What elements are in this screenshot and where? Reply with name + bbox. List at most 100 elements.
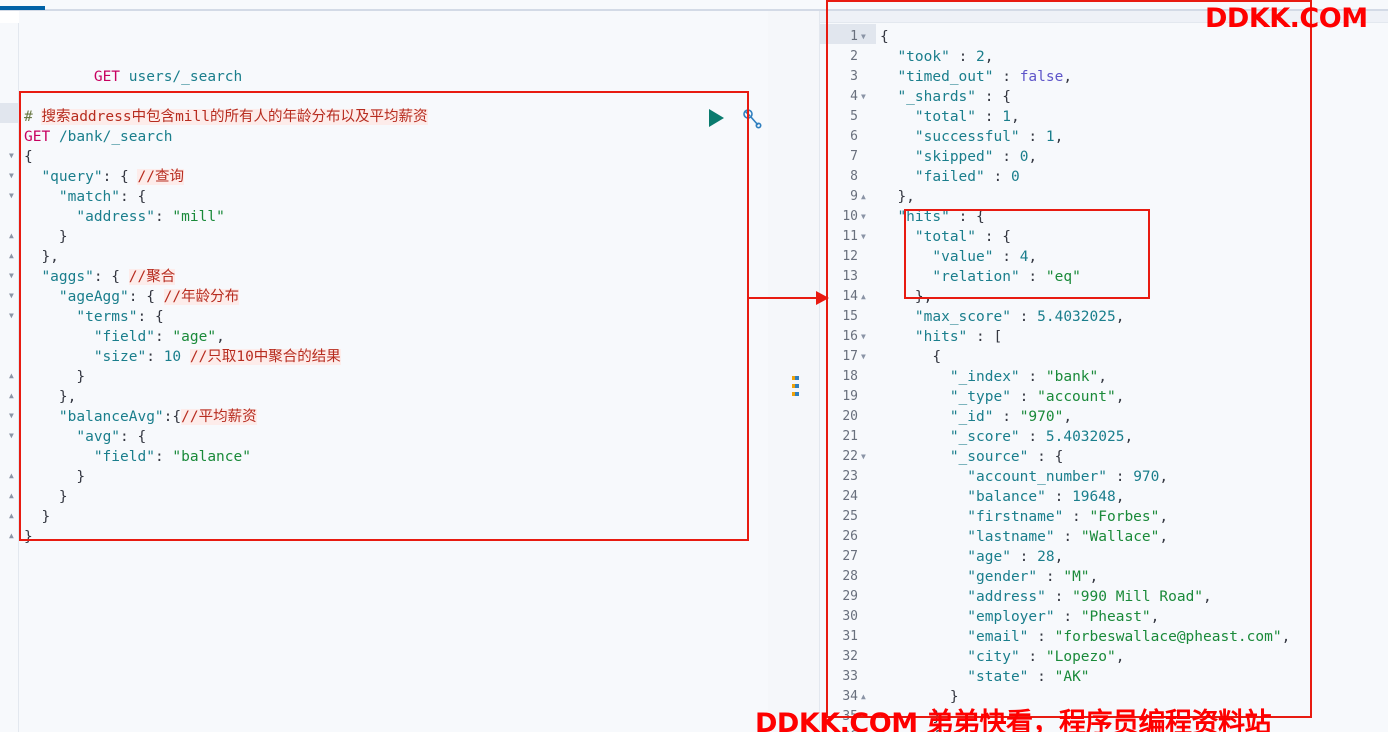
fold-collapse-icon[interactable]: ▼	[861, 87, 871, 107]
fold-collapse-icon[interactable]: ▼	[861, 447, 871, 467]
response-token-punc: ,	[1159, 469, 1169, 485]
fold-collapse-icon[interactable]: ▼	[9, 146, 19, 166]
editor-token-punc: }	[76, 369, 86, 385]
editor-code-line: # 搜索address中包含mill的所有人的年龄分布以及平均薪资	[24, 107, 428, 127]
editor-token-key: "field"	[93, 329, 155, 345]
fold-expand-icon[interactable]: ▲	[9, 366, 19, 386]
editor-code-line: }	[59, 227, 68, 247]
response-code-line: }	[950, 687, 959, 707]
editor-token-punc: :	[154, 449, 173, 465]
fold-collapse-icon[interactable]: ▼	[861, 727, 871, 732]
fold-collapse-icon[interactable]: ▼	[9, 166, 19, 186]
response-line-number: 27	[842, 549, 858, 564]
response-code-line: "hits" : [	[915, 327, 1002, 347]
response-code-line: "_id" : "970",	[950, 407, 1072, 427]
response-token-punc: }	[949, 689, 959, 705]
response-token-punc: :	[1019, 129, 1046, 145]
editor-code-line: },	[41, 247, 58, 267]
fold-collapse-icon[interactable]: ▼	[9, 266, 19, 286]
editor-token-punc: ,	[216, 329, 225, 345]
response-code-line: "successful" : 1,	[915, 127, 1063, 147]
fold-expand-icon[interactable]: ▲	[861, 287, 871, 307]
fold-collapse-icon[interactable]: ▼	[861, 327, 871, 347]
play-icon[interactable]	[709, 109, 724, 127]
response-code-line: "value" : 4,	[932, 247, 1037, 267]
fold-expand-icon[interactable]: ▲	[861, 187, 871, 207]
response-token-punc: }	[932, 709, 942, 725]
response-token-key: "balance"	[967, 489, 1046, 505]
fold-collapse-icon[interactable]: ▼	[9, 306, 19, 326]
response-line-number: 22	[842, 449, 858, 464]
fold-expand-icon[interactable]: ▲	[9, 526, 19, 546]
fold-collapse-icon[interactable]: ▼	[861, 27, 871, 47]
fold-collapse-icon[interactable]: ▼	[861, 207, 871, 227]
fold-collapse-icon[interactable]: ▼	[861, 347, 871, 367]
editor-token-punc: }	[24, 529, 33, 545]
response-token-punc: :	[1028, 669, 1055, 685]
editor-code-line: "address": "mill"	[76, 207, 224, 227]
response-code-line: "firstname" : "Forbes",	[967, 507, 1168, 527]
response-code-line: "lastname" : "Wallace",	[967, 527, 1168, 547]
editor-code-area[interactable]: GET users/_search # 搜索address中包含mill的所有人…	[20, 23, 768, 732]
response-pane[interactable]: 1 ▼ 2 3 4 ▼ 5 6 7 8 9 ▲ 10 ▼ 11 ▼ 12 13 14 ▲ 15 16 ▼ 17 ▼ 18 19 20 2…	[820, 11, 1388, 732]
response-code-line: "max_score" : 5.4032025,	[915, 307, 1125, 327]
fold-expand-icon[interactable]: ▲	[861, 687, 871, 707]
response-token-str: "990 Mill Road"	[1072, 589, 1204, 605]
editor-code-line: }	[76, 467, 85, 487]
editor-token-path: /bank/_search	[58, 129, 173, 145]
editor-code-line: "balanceAvg":{//平均薪资	[59, 407, 257, 427]
response-line-number: 1	[850, 29, 858, 44]
fold-expand-icon[interactable]: ▲	[9, 226, 19, 246]
request-editor-pane[interactable]: 1234567▼8▼9▼1011▲12▲13▼14▼15▼161718▲19▲2…	[0, 11, 768, 732]
response-token-key: "email"	[967, 629, 1029, 645]
response-token-key: "hits"	[897, 209, 950, 225]
fold-collapse-icon[interactable]: ▼	[9, 286, 19, 306]
response-code-line: "email" : "forbeswallace@pheast.com",	[967, 627, 1290, 647]
response-token-num: 5.4032025	[1045, 429, 1125, 445]
editor-code-line: "match": {	[59, 187, 146, 207]
response-token-key: "_type"	[949, 389, 1011, 405]
splitter-drag-handle[interactable]	[792, 376, 800, 398]
response-token-punc: :	[1037, 569, 1064, 585]
tab-active-indicator[interactable]	[0, 6, 45, 10]
response-token-punc: ,	[1063, 409, 1073, 425]
response-token-key: "address"	[967, 589, 1046, 605]
response-line-number: 10	[842, 209, 858, 224]
response-token-punc: :	[949, 49, 977, 65]
response-line-number: 16	[842, 329, 858, 344]
response-token-punc: :	[1028, 629, 1055, 645]
fold-collapse-icon[interactable]: ▼	[861, 227, 871, 247]
response-code-line: "_source" : {	[950, 447, 1064, 467]
fold-expand-icon[interactable]: ▲	[9, 246, 19, 266]
response-code-line: "address" : "990 Mill Road",	[967, 587, 1211, 607]
response-code-line: "_score" : 5.4032025,	[950, 427, 1133, 447]
response-token-punc: :	[1010, 309, 1038, 325]
editor-token-punc: :	[146, 349, 164, 365]
fold-expand-icon[interactable]: ▲	[9, 386, 19, 406]
response-line-number: 36	[820, 727, 858, 732]
response-token-key: "_id"	[949, 409, 994, 425]
fold-expand-icon[interactable]: ▲	[9, 506, 19, 526]
response-token-punc: ,	[1010, 109, 1020, 125]
pane-splitter[interactable]	[768, 11, 820, 732]
response-code-area[interactable]: {"took" : 2, "timed_out" : false, "_shards…	[876, 24, 1388, 732]
fold-collapse-icon[interactable]: ▼	[9, 426, 19, 446]
editor-code-line: "query": { //查询	[41, 167, 184, 187]
response-token-punc: : {	[949, 209, 985, 225]
editor-token-punc: : {	[120, 429, 147, 445]
http-method-token: GET	[93, 69, 121, 85]
response-token-key: "account_number"	[967, 469, 1107, 485]
wrench-icon[interactable]	[739, 107, 763, 131]
editor-token-str: "mill"	[172, 209, 225, 225]
response-token-punc: ,	[1028, 249, 1038, 265]
response-code-line: "city" : "Lopezo",	[967, 647, 1124, 667]
editor-token-str: "age"	[172, 329, 217, 345]
fold-collapse-icon[interactable]: ▼	[9, 406, 19, 426]
fold-expand-icon[interactable]: ▲	[9, 466, 19, 486]
editor-token-key: "size"	[93, 349, 147, 365]
editor-token-key: "aggs"	[41, 269, 94, 285]
fold-expand-icon[interactable]: ▲	[9, 486, 19, 506]
fold-collapse-icon[interactable]: ▼	[9, 186, 19, 206]
response-token-key: "gender"	[967, 569, 1038, 585]
